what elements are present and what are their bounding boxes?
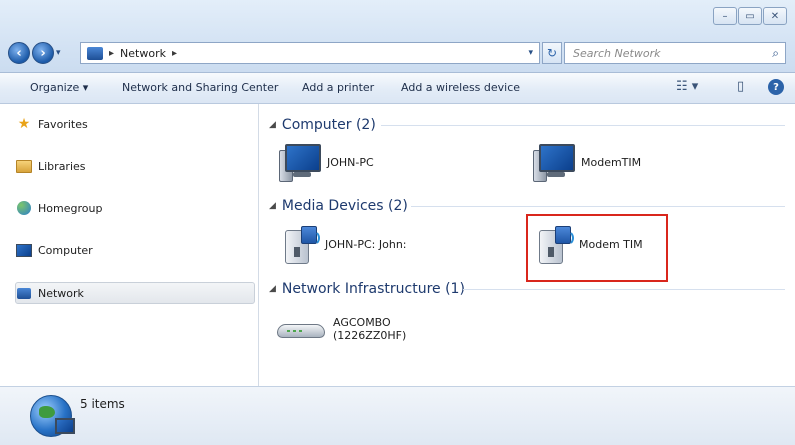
- group-header-media-devices[interactable]: ◢ Media Devices (2): [269, 195, 408, 217]
- group-divider: [411, 206, 785, 207]
- search-input[interactable]: Search Network ⌕: [564, 42, 786, 64]
- group-header-computer[interactable]: ◢ Computer (2): [269, 114, 376, 136]
- libraries-icon: [16, 158, 32, 174]
- router-icon: [275, 314, 327, 344]
- breadcrumb-network[interactable]: Network: [120, 47, 166, 60]
- sidebar-item-homegroup[interactable]: Homegroup: [16, 198, 102, 218]
- group-header-network-infrastructure[interactable]: ◢ Network Infrastructure (1): [269, 278, 465, 300]
- computer-icon: [16, 242, 32, 258]
- add-wireless-device-button[interactable]: Add a wireless device: [401, 81, 520, 94]
- forward-button[interactable]: ›: [32, 42, 54, 64]
- window-controls: – ▭ ✕: [712, 7, 787, 25]
- change-view-icon[interactable]: ☷ ▾: [676, 79, 698, 94]
- refresh-icon: ↻: [546, 46, 558, 60]
- item-count: 5 items: [80, 397, 125, 411]
- sidebar-item-label: Computer: [38, 243, 93, 257]
- recent-pages-dropdown[interactable]: ▾: [56, 48, 61, 58]
- address-dropdown-icon[interactable]: ▾: [528, 48, 533, 58]
- sidebar-item-computer[interactable]: Computer: [16, 240, 93, 260]
- list-item-agcombo[interactable]: AGCOMBO (1226ZZ0HF): [275, 314, 406, 344]
- maximize-button[interactable]: ▭: [738, 7, 762, 25]
- group-divider: [381, 125, 785, 126]
- list-item-john-pc-media[interactable]: JOHN-PC: John:: [281, 224, 407, 264]
- sidebar-item-label: Libraries: [38, 159, 86, 173]
- add-printer-button[interactable]: Add a printer: [302, 81, 374, 94]
- sidebar-item-network[interactable]: Network: [16, 283, 84, 303]
- sidebar-item-label: Homegroup: [38, 201, 103, 215]
- network-sharing-center-button[interactable]: Network and Sharing Center: [122, 81, 278, 94]
- star-icon: ★: [17, 116, 31, 132]
- sidebar-item-label: Network: [38, 286, 84, 300]
- back-arrow-icon: ‹: [16, 45, 22, 61]
- highlight-box: [526, 214, 668, 282]
- item-label: AGCOMBO (1226ZZ0HF): [333, 316, 406, 342]
- details-pane: 5 items: [0, 386, 795, 445]
- group-title: Media Devices (2): [281, 198, 408, 214]
- sidebar-item-libraries[interactable]: Libraries: [16, 156, 86, 176]
- search-icon[interactable]: ⌕: [772, 46, 779, 61]
- organize-button[interactable]: Organize ▾: [30, 81, 88, 94]
- network-icon: [16, 285, 32, 301]
- network-icon: [87, 46, 103, 60]
- list-item-john-pc[interactable]: JOHN-PC: [279, 142, 374, 182]
- window-chrome: – ▭ ✕ ‹ › ▾ ▸ Network ▸ ▾ ↻ Search Netwo…: [0, 0, 795, 73]
- refresh-button[interactable]: ↻: [542, 42, 562, 64]
- command-bar: Organize ▾ Network and Sharing Center Ad…: [0, 73, 795, 104]
- help-icon[interactable]: ?: [768, 79, 784, 95]
- collapse-triangle-icon: ◢: [269, 120, 276, 130]
- group-title: Network Infrastructure (1): [281, 281, 465, 297]
- computer-icon: [279, 142, 321, 182]
- breadcrumb-chevron-icon[interactable]: ▸: [172, 48, 177, 59]
- collapse-triangle-icon: ◢: [269, 201, 276, 211]
- address-bar[interactable]: ▸ Network ▸ ▾: [80, 42, 540, 64]
- media-device-icon: [281, 224, 320, 264]
- preview-pane-icon[interactable]: ▯: [737, 79, 744, 94]
- sidebar-item-favorites[interactable]: ★ Favorites: [16, 114, 88, 134]
- item-label-line: (1226ZZ0HF): [333, 329, 407, 342]
- homegroup-icon: [16, 200, 32, 216]
- group-title: Computer (2): [281, 117, 376, 133]
- close-button[interactable]: ✕: [763, 7, 787, 25]
- network-globe-icon: [30, 395, 75, 437]
- item-label: JOHN-PC: [327, 155, 374, 169]
- item-label: ModemTIM: [581, 155, 642, 169]
- navigation-row: ‹ › ▾ ▸ Network ▸ ▾ ↻ Search Network ⌕: [8, 40, 788, 64]
- item-label-line: AGCOMBO: [333, 316, 391, 329]
- computer-icon: [533, 142, 575, 182]
- breadcrumb-chevron-icon[interactable]: ▸: [109, 48, 114, 59]
- back-button[interactable]: ‹: [8, 42, 30, 64]
- search-placeholder: Search Network: [573, 46, 661, 60]
- list-item-modemtim[interactable]: ModemTIM: [533, 142, 641, 182]
- forward-arrow-icon: ›: [40, 45, 46, 61]
- group-divider: [463, 289, 785, 290]
- item-label: JOHN-PC: John:: [325, 237, 407, 251]
- sidebar-item-label: Favorites: [38, 117, 88, 131]
- minimize-button[interactable]: –: [713, 7, 737, 25]
- navigation-pane: ★ Favorites Libraries Homegroup Computer…: [0, 104, 259, 386]
- collapse-triangle-icon: ◢: [269, 284, 276, 294]
